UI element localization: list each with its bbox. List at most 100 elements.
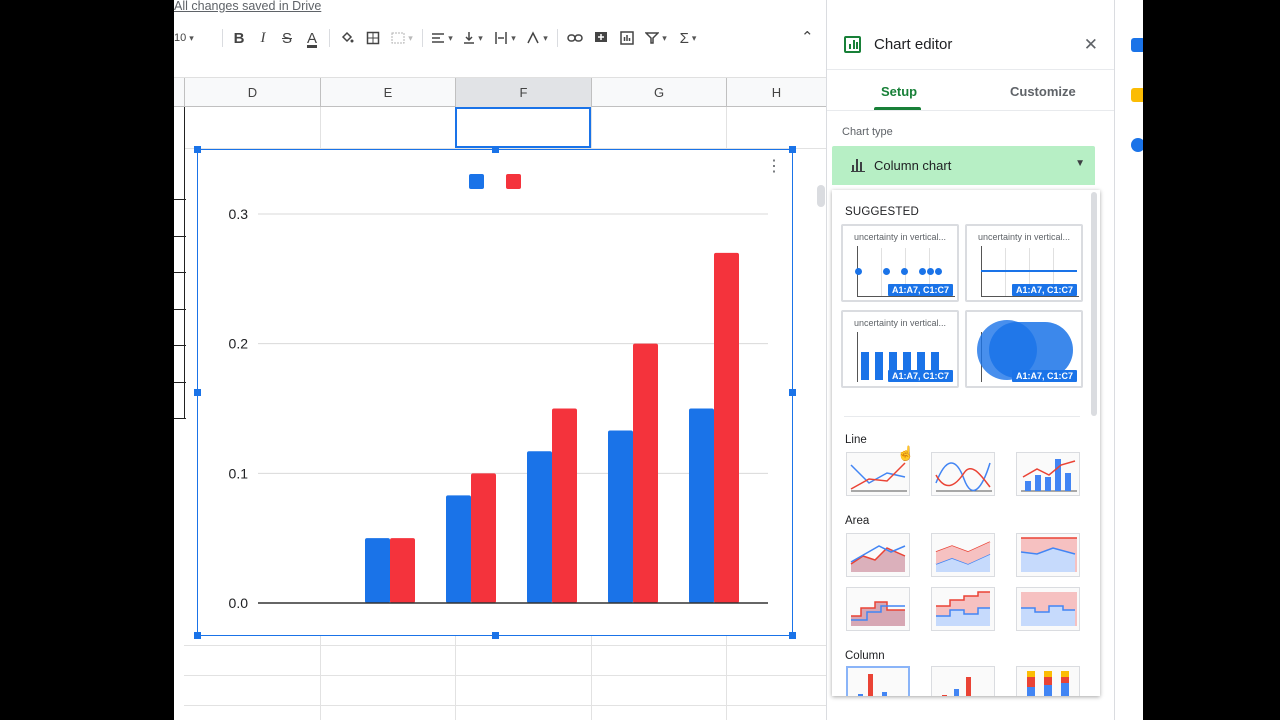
column-header-g[interactable]: G <box>591 78 726 107</box>
cell-border <box>174 382 186 383</box>
smooth-line-chart-option[interactable] <box>931 452 995 496</box>
resize-handle[interactable] <box>492 632 499 639</box>
section-divider <box>844 416 1080 417</box>
bold-icon[interactable]: B <box>227 26 251 50</box>
font-size-value: 10 <box>174 32 187 44</box>
comment-icon[interactable] <box>588 26 614 50</box>
chart-editor-header: Chart editor ✕ <box>827 22 1114 70</box>
toolbar-divider <box>329 29 330 47</box>
italic-icon[interactable]: I <box>251 26 275 50</box>
merge-cells-icon[interactable] <box>386 26 418 50</box>
strikethrough-icon[interactable]: S <box>275 26 299 50</box>
column-header-f[interactable]: F <box>455 78 591 107</box>
grouped-column-chart-option[interactable] <box>931 666 995 696</box>
resize-handle[interactable] <box>194 389 201 396</box>
link-icon[interactable] <box>562 26 588 50</box>
vertical-scrollbar[interactable] <box>817 185 825 207</box>
selected-cell[interactable] <box>455 107 591 148</box>
stepped-area-chart-option[interactable] <box>846 587 910 631</box>
suggested-card-title: uncertainty in vertical... <box>854 232 947 242</box>
filter-icon[interactable] <box>640 26 672 50</box>
functions-icon[interactable]: Σ <box>672 26 704 50</box>
legend-swatch-series2 <box>506 174 521 189</box>
column-chart-icon <box>851 158 865 172</box>
resize-handle[interactable] <box>194 632 201 639</box>
align-horizontal-icon[interactable] <box>427 26 457 50</box>
combo-chart-option[interactable] <box>1016 452 1080 496</box>
column-chart-plot: 0.0 0.1 0.2 0.3 <box>229 174 768 611</box>
range-tag: A1:A7, C1:C7 <box>1011 370 1077 382</box>
chart-editor-title: Chart editor <box>874 36 953 53</box>
insert-chart-icon[interactable] <box>614 26 640 50</box>
stacked-column-chart-option[interactable] <box>1016 666 1080 696</box>
chart-type-label: Chart type <box>842 126 893 138</box>
embedded-chart[interactable]: 0.0 0.1 0.2 0.3 ⋮ <box>197 149 793 636</box>
toolbar-divider <box>557 29 558 47</box>
spreadsheet-app: All changes saved in Drive 10 B I S A <box>174 0 1143 720</box>
y-tick-label: 0.2 <box>229 336 249 352</box>
resize-handle[interactable] <box>789 632 796 639</box>
cell-border <box>184 107 185 419</box>
cell-border <box>174 418 186 419</box>
column-header-h[interactable]: H <box>726 78 826 107</box>
dropdown-arrow-icon: ▼ <box>1075 158 1085 169</box>
keep-icon[interactable] <box>1131 88 1143 102</box>
resize-handle[interactable] <box>789 146 796 153</box>
cell-border <box>174 309 186 310</box>
close-icon[interactable]: ✕ <box>1084 35 1098 55</box>
tabs-divider <box>827 110 1114 111</box>
stacked-stepped-area-option[interactable] <box>931 587 995 631</box>
cell-border <box>174 345 186 346</box>
suggested-column-card[interactable]: uncertainty in vertical... A1:A7, C1:C7 <box>841 310 959 388</box>
calendar-icon[interactable] <box>1131 38 1143 52</box>
align-vertical-icon[interactable] <box>457 26 489 50</box>
hand-cursor-icon: ☝ <box>897 445 915 461</box>
area-chart-option[interactable] <box>846 533 910 577</box>
font-size-select[interactable]: 10 <box>174 26 218 50</box>
y-tick-label: 0.3 <box>229 206 249 222</box>
collapse-toolbar-icon[interactable]: ⌃ <box>801 28 814 46</box>
borders-icon[interactable] <box>360 26 386 50</box>
100-percent-area-chart-option[interactable] <box>1016 533 1080 577</box>
save-status-link[interactable]: All changes saved in Drive <box>174 0 321 13</box>
chart-type-dropdown[interactable]: Column chart ▼ <box>832 146 1095 185</box>
suggested-bubble-card[interactable]: A1:A7, C1:C7 <box>965 310 1083 388</box>
tab-setup[interactable]: Setup <box>881 84 917 99</box>
column-header-d[interactable]: D <box>184 78 320 107</box>
tab-customize[interactable]: Customize <box>1010 84 1076 99</box>
bar-series1-1 <box>365 538 390 603</box>
tasks-icon[interactable] <box>1131 138 1143 152</box>
text-wrap-icon[interactable] <box>489 26 521 50</box>
toolbar-divider <box>222 29 223 47</box>
column-header-e[interactable]: E <box>320 78 455 107</box>
chart-editor-icon <box>844 36 861 53</box>
resize-handle[interactable] <box>492 146 499 153</box>
bar-series1-2 <box>446 495 471 603</box>
chart-menu-icon[interactable]: ⋮ <box>766 156 782 176</box>
stacked-area-chart-option[interactable] <box>931 533 995 577</box>
fill-color-icon[interactable] <box>334 26 360 50</box>
100-percent-stepped-area-option[interactable] <box>1016 587 1080 631</box>
side-apps-strip <box>1114 0 1143 720</box>
text-rotate-icon[interactable] <box>521 26 553 50</box>
chart-editor-panel: Chart editor ✕ Setup Customize Chart typ… <box>826 0 1114 720</box>
cell-border <box>174 272 186 273</box>
chart-type-value: Column chart <box>874 158 952 173</box>
suggested-scatter-card[interactable]: uncertainty in vertical... A1:A7, C1:C7 <box>841 224 959 302</box>
suggested-line-card[interactable]: uncertainty in vertical... A1:A7, C1:C7 <box>965 224 1083 302</box>
text-color-icon[interactable]: A <box>299 26 325 50</box>
grid-line <box>184 705 826 706</box>
resize-handle[interactable] <box>194 146 201 153</box>
range-tag: A1:A7, C1:C7 <box>887 284 953 296</box>
toolbar-divider <box>422 29 423 47</box>
suggested-heading: SUGGESTED <box>845 206 920 218</box>
column-header-bar: D E F G H <box>174 77 826 107</box>
area-heading: Area <box>845 515 870 527</box>
range-tag: A1:A7, C1:C7 <box>1011 284 1077 296</box>
bar-series2-4 <box>633 343 658 603</box>
grid-line <box>184 675 826 676</box>
column-chart-option[interactable] <box>846 666 910 696</box>
dropdown-scrollbar[interactable] <box>1091 192 1097 416</box>
resize-handle[interactable] <box>789 389 796 396</box>
suggested-card-title: uncertainty in vertical... <box>978 232 1071 242</box>
